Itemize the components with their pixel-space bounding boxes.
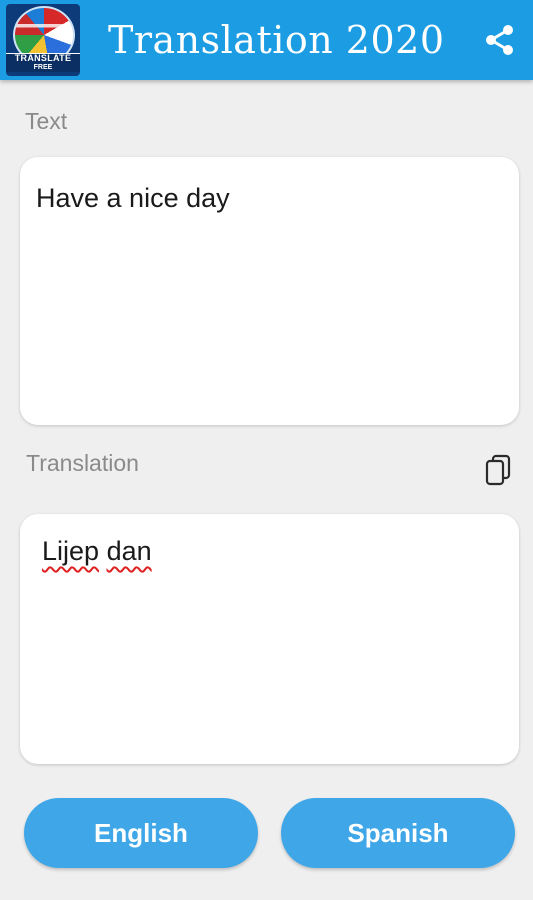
app-logo: TRANSLATE FREE	[6, 4, 80, 76]
logo-text-bottom: FREE	[33, 64, 53, 71]
target-language-button[interactable]: Spanish	[281, 798, 515, 868]
translation-output[interactable]: Lijep dan	[20, 514, 519, 764]
app-title: Translation 2020	[108, 18, 445, 62]
translation-value: Lijep dan	[42, 536, 152, 567]
source-text-input[interactable]: Have a nice day	[20, 157, 519, 425]
source-language-button[interactable]: English	[24, 798, 258, 868]
share-icon	[486, 25, 513, 55]
text-label: Text	[25, 108, 68, 134]
logo-text-top: TRANSLATE	[14, 53, 72, 63]
copy-button[interactable]	[478, 450, 518, 490]
share-button[interactable]	[478, 18, 522, 62]
translation-word: Lijep	[42, 536, 100, 566]
translation-word: dan	[106, 536, 152, 566]
translation-label: Translation	[26, 450, 139, 476]
app-bar: TRANSLATE FREE Translation 2020	[0, 0, 533, 80]
logo-banner: TRANSLATE FREE	[6, 53, 80, 72]
source-text-value: Have a nice day	[36, 183, 230, 213]
copy-icon	[485, 454, 511, 486]
